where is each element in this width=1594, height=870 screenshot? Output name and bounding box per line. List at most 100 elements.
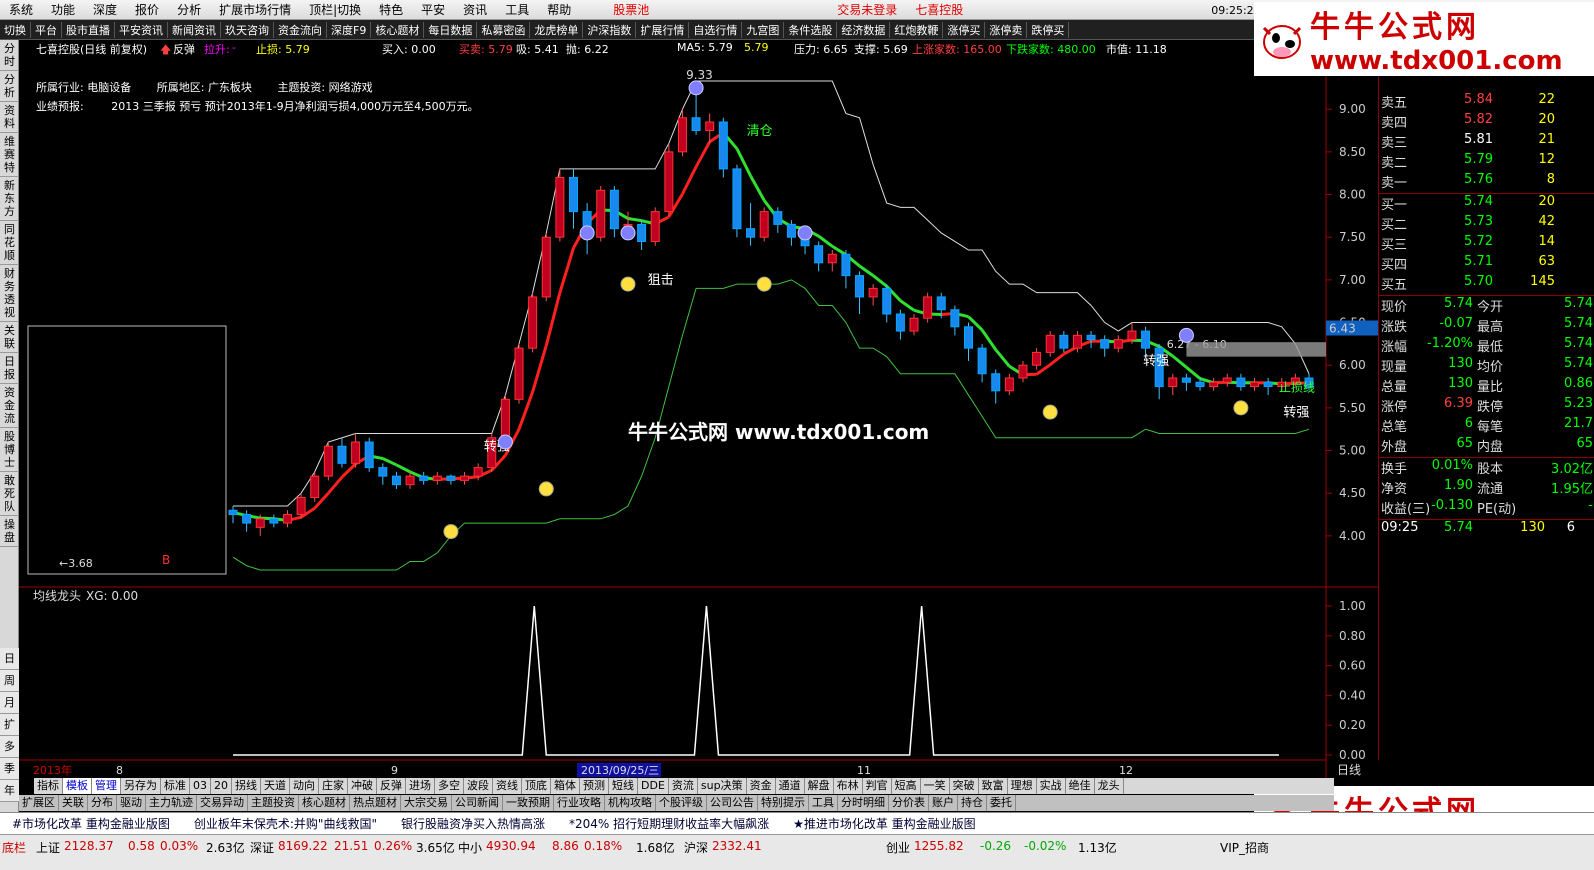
menu-item[interactable]: 分析 [168, 1, 210, 18]
toolbar-button[interactable]: 自选行情 [689, 21, 743, 38]
indicator-tab[interactable]: 一笑 [921, 778, 950, 794]
indicator-tab[interactable]: 绝佳 [1066, 778, 1095, 794]
left-tab[interactable]: 关联 [0, 322, 19, 353]
toolbar-button[interactable]: 新闻资讯 [168, 21, 221, 38]
indicator-tab[interactable]: 动向 [290, 778, 319, 794]
period-tab[interactable]: 日 [0, 648, 19, 670]
indicator-tab[interactable]: 资线 [493, 778, 522, 794]
indicator-tab[interactable]: 顶底 [522, 778, 551, 794]
toolbar-button[interactable]: 龙虎榜单 [530, 21, 584, 38]
period-tab[interactable]: 季 [0, 758, 19, 780]
toolbar-button[interactable]: 股市直播 [62, 21, 115, 38]
news-item[interactable]: 创业板年末保壳术:并购"曲线救国" [182, 815, 389, 832]
extension-tab[interactable]: 账户 [929, 795, 958, 811]
menu-item[interactable]: 功能 [42, 1, 84, 18]
order-book-row[interactable]: 买一 5.74 20 [1379, 194, 1594, 214]
news-item[interactable]: #市场化改革 重构金融业版图 [0, 815, 182, 832]
indicator-tab[interactable]: 拐线 [232, 778, 261, 794]
menu-item[interactable]: 系统 [0, 1, 42, 18]
toolbar-button[interactable]: 私募密函 [477, 21, 531, 38]
left-tab[interactable]: 财务透视 [0, 265, 19, 322]
order-book-row[interactable]: 卖三 5.81 21 [1379, 132, 1594, 152]
indicator-tab[interactable]: 龙头 [1095, 778, 1124, 794]
extension-tab[interactable]: 工具 [809, 795, 838, 811]
left-tab[interactable]: 分析 [0, 71, 19, 102]
menu-item[interactable]: 帮助 [538, 1, 580, 18]
menu-item[interactable]: 报价 [126, 1, 168, 18]
order-book-row[interactable]: 买二 5.73 42 [1379, 214, 1594, 234]
extension-tab[interactable]: 个股评级 [656, 795, 707, 811]
indicator-tab[interactable]: 实战 [1037, 778, 1066, 794]
toolbar-button[interactable]: 平台 [31, 21, 62, 38]
menu-item[interactable]: 顶栏|切换 [300, 1, 370, 18]
menu-item[interactable]: 资讯 [454, 1, 496, 18]
extension-tab[interactable]: 交易异动 [197, 795, 248, 811]
toolbar-button[interactable]: 资金流向 [274, 21, 327, 38]
toolbar-button[interactable]: 扩展行情 [636, 21, 690, 38]
period-tab[interactable]: 年 [0, 780, 19, 802]
indicator-tab[interactable]: 03 [190, 778, 211, 794]
order-book-row[interactable]: 买五 5.70 145 [1379, 274, 1594, 294]
period-tab[interactable]: 多 [0, 736, 19, 758]
left-tab[interactable]: 股博士 [0, 428, 19, 472]
period-tab[interactable]: 扩 [0, 714, 19, 736]
toolbar-button[interactable]: 跌停买 [1027, 21, 1070, 38]
left-tab[interactable]: 同花顺 [0, 221, 19, 265]
toolbar-button[interactable]: 每日数据 [424, 21, 478, 38]
kline-chart[interactable]: 9.008.508.007.507.006.506.005.505.004.50… [19, 40, 1378, 778]
extension-tab[interactable]: 热点题材 [350, 795, 401, 811]
extension-tab[interactable]: 主力轨迹 [146, 795, 197, 811]
order-book-row[interactable]: 买三 5.72 14 [1379, 234, 1594, 254]
extension-tab[interactable]: 分布 [88, 795, 117, 811]
indicator-tab[interactable]: 进场 [406, 778, 435, 794]
order-book-row[interactable]: 买四 5.71 63 [1379, 254, 1594, 274]
left-tab[interactable]: 敢死队 [0, 472, 19, 516]
indicator-tab[interactable]: 资流 [669, 778, 698, 794]
extension-tab[interactable]: 关联 [59, 795, 88, 811]
indicator-tab[interactable]: 箱体 [551, 778, 580, 794]
toolbar-button[interactable]: 深度F9 [327, 21, 372, 38]
indicator-tab[interactable]: 多空 [435, 778, 464, 794]
indicator-tab[interactable]: DDE [638, 778, 669, 794]
indicator-tab[interactable]: 标准 [161, 778, 190, 794]
news-item[interactable]: *204% 招行短期理财收益率大幅飙涨 [557, 815, 781, 832]
indicator-tab[interactable]: 通道 [776, 778, 805, 794]
order-book-row[interactable]: 卖四 5.82 20 [1379, 112, 1594, 132]
indicator-tab[interactable]: 天道 [261, 778, 290, 794]
menu-item[interactable]: 平安 [412, 1, 454, 18]
toolbar-button[interactable]: 经济数据 [837, 21, 891, 38]
extension-tab[interactable]: 持仓 [958, 795, 987, 811]
indicator-tab[interactable]: 另存为 [121, 778, 161, 794]
indicator-tab[interactable]: sup决策 [698, 778, 747, 794]
indicator-tab[interactable]: 指标 [34, 778, 63, 794]
extension-tab[interactable]: 分时明细 [838, 795, 889, 811]
left-tab[interactable]: 维赛特 [0, 133, 19, 177]
extension-tab[interactable]: 公司公告 [707, 795, 758, 811]
extension-tab[interactable]: 公司新闻 [452, 795, 503, 811]
indicator-tab[interactable]: 理想 [1008, 778, 1037, 794]
indicator-tab[interactable]: 波段 [464, 778, 493, 794]
toolbar-button[interactable]: 切换 [0, 21, 31, 38]
indicator-tab[interactable]: 反弹 [377, 778, 406, 794]
extension-tab[interactable]: 扩展区 [19, 795, 59, 811]
menu-item[interactable]: 深度 [84, 1, 126, 18]
period-tab[interactable]: 周 [0, 670, 19, 692]
toolbar-button[interactable]: 平安资讯 [115, 21, 168, 38]
toolbar-button[interactable]: 玖天咨询 [221, 21, 274, 38]
login-status[interactable]: 交易未登录 [828, 1, 906, 18]
left-tab[interactable]: 分时 [0, 40, 19, 71]
indicator-tab[interactable]: 短线 [609, 778, 638, 794]
extension-tab[interactable]: 主题投资 [248, 795, 299, 811]
indicator-tab[interactable]: 突破 [950, 778, 979, 794]
extension-tab[interactable]: 特别提示 [758, 795, 809, 811]
extension-tab[interactable]: 一致预期 [503, 795, 554, 811]
indicator-tab[interactable]: 冲破 [348, 778, 377, 794]
extension-tab[interactable]: 行业攻略 [554, 795, 605, 811]
indicator-tab[interactable]: 短高 [892, 778, 921, 794]
toolbar-button[interactable]: 条件选股 [784, 21, 838, 38]
order-book-row[interactable]: 卖一 5.76 8 [1379, 172, 1594, 192]
toolbar-button[interactable]: 沪深指数 [583, 21, 637, 38]
news-item[interactable]: ★推进市场化改革 重构金融业版图 [781, 815, 988, 832]
extension-tab[interactable]: 委托 [987, 795, 1016, 811]
extension-tab[interactable]: 分价表 [889, 795, 929, 811]
